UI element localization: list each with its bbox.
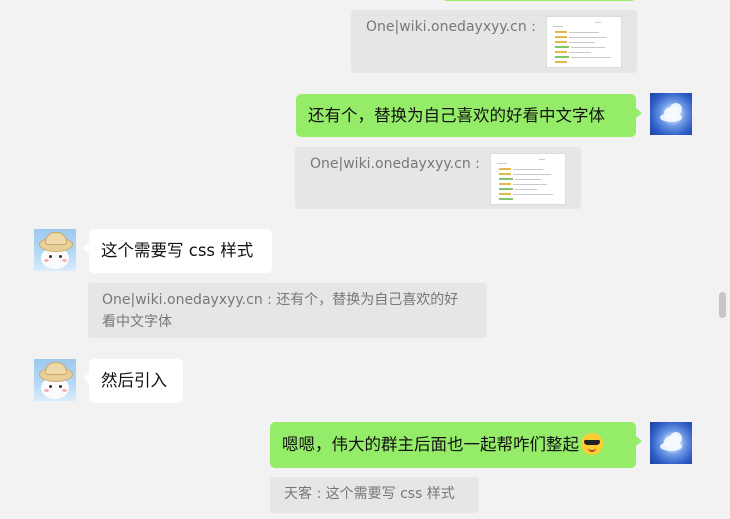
quoted-message[interactable]: 天客 : 这个需要写 css 样式 <box>270 477 479 513</box>
message-text: 嗯嗯，伟大的群主后面也一起帮咋们整起 <box>282 435 579 454</box>
quote-text: 天客 : 这个需要写 css 样式 <box>284 486 455 502</box>
message-bubble[interactable]: 嗯嗯，伟大的群主后面也一起帮咋们整起 <box>270 422 642 468</box>
message-bubble[interactable]: 还有个，替换为自己喜欢的好看中文字体 <box>296 94 642 137</box>
hat-girl-avatar[interactable] <box>34 359 76 401</box>
message-bubble[interactable]: 然后引入 <box>83 359 183 403</box>
message-text: 这个需要写 css 样式 <box>101 241 254 260</box>
quoted-image-thumbnail[interactable] <box>490 153 566 205</box>
message-text: 然后引入 <box>101 371 167 390</box>
sky-clouds-avatar[interactable] <box>650 422 692 464</box>
message-text: 还有个，替换为自己喜欢的好看中文字体 <box>308 106 605 125</box>
sky-clouds-avatar[interactable] <box>650 93 692 135</box>
quote-text-line-1: One|wiki.onedayxyy.cn : 还有个，替换为自己喜欢的好 <box>102 292 459 308</box>
vertical-scrollbar[interactable] <box>719 292 726 318</box>
message-bubble[interactable]: 这个需要写 css 样式 <box>83 229 272 273</box>
sunglasses-emoji-icon <box>581 433 603 455</box>
quote-text-line-2: 看中文字体 <box>102 314 172 330</box>
hat-girl-avatar[interactable] <box>34 229 76 271</box>
quote-text: One|wiki.onedayxyy.cn : <box>310 156 480 172</box>
quoted-message[interactable]: One|wiki.onedayxyy.cn : <box>351 10 637 73</box>
quoted-message[interactable]: One|wiki.onedayxyy.cn : <box>295 147 581 209</box>
quoted-message[interactable]: One|wiki.onedayxyy.cn : 还有个，替换为自己喜欢的好 看中… <box>88 283 487 338</box>
previous-message-bubble-edge <box>442 0 636 1</box>
quote-text: One|wiki.onedayxyy.cn : <box>366 19 536 35</box>
quoted-image-thumbnail[interactable] <box>546 16 622 68</box>
